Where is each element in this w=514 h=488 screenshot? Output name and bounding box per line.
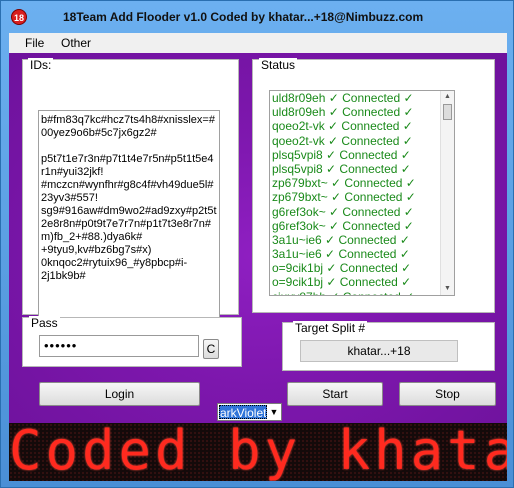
scroll-thumb[interactable]	[443, 104, 452, 120]
scroll-down-icon[interactable]: ▼	[441, 283, 454, 295]
clear-button[interactable]: C	[203, 339, 219, 359]
main-content-area: IDs: b#fm83q7kc#hcz7ts4h8#xnisslex=#00ye…	[9, 53, 507, 423]
status-list[interactable]: uld8r09eh ✓ Connected ✓ uld8r09eh ✓ Conne…	[269, 90, 455, 296]
menu-file[interactable]: File	[25, 36, 44, 50]
status-entry: plsq5vpi8 ✓ Connected ✓	[272, 147, 411, 162]
led-banner-text: Coded by khatar...+18	[9, 423, 507, 481]
status-entry: plsq5vpi8 ✓ Connected ✓	[272, 161, 411, 176]
stop-button[interactable]: Stop	[399, 382, 496, 406]
status-entry: 3a1u~ie6 ✓ Connected ✓	[272, 232, 410, 247]
status-entry: g6ref3ok~ ✓ Connected ✓	[272, 218, 414, 233]
status-entry: qoeo2t-vk ✓ Connected ✓	[272, 119, 413, 134]
status-panel-title: Status	[259, 58, 298, 72]
target-panel-title: Target Split #	[293, 321, 368, 335]
main-window: 18 18Team Add Flooder v1.0 Coded by khat…	[0, 0, 514, 488]
status-panel: Status uld8r09eh ✓ Connected ✓ uld8r09eh …	[252, 58, 495, 313]
start-button[interactable]: Start	[287, 382, 383, 406]
pass-panel: Pass •••••• C	[22, 316, 242, 367]
led-banner: Coded by khatar...+18	[9, 423, 507, 481]
menu-other[interactable]: Other	[61, 36, 91, 50]
menu-bar: File Other	[9, 33, 507, 53]
window-title: 18Team Add Flooder v1.0 Coded by khatar.…	[63, 10, 424, 24]
login-button[interactable]: Login	[39, 382, 200, 406]
status-entry: uld8r09eh ✓ Connected ✓	[272, 105, 414, 120]
status-entry: o=9cik1bj ✓ Connected ✓	[272, 261, 412, 276]
password-input[interactable]: ••••••	[39, 335, 199, 357]
status-entry: uld8r09eh ✓ Connected ✓	[272, 91, 414, 105]
status-scrollbar[interactable]: ▲ ▼	[440, 91, 454, 295]
ids-panel-title: IDs:	[28, 58, 54, 72]
color-select-value: arkViolet	[219, 405, 267, 419]
ids-textarea[interactable]: b#fm83q7kc#hcz7ts4h8#xnisslex=#00yez9o6b…	[38, 110, 220, 340]
target-split-display: khatar...+18	[300, 340, 458, 362]
chevron-down-icon[interactable]: ▼	[267, 404, 281, 420]
status-entry: zp679bxt~ ✓ Connected ✓	[272, 176, 416, 191]
status-lines: uld8r09eh ✓ Connected ✓ uld8r09eh ✓ Conne…	[270, 91, 454, 295]
status-entry: o=9cik1bj ✓ Connected ✓	[272, 275, 412, 290]
status-entry: 3a1u~ie6 ✓ Connected ✓	[272, 247, 410, 262]
status-entry: g6ref3ok~ ✓ Connected ✓	[272, 204, 414, 219]
color-select[interactable]: arkViolet ▼	[217, 403, 282, 421]
status-entry: qoeo2t-vk ✓ Connected ✓	[272, 133, 413, 148]
scroll-up-icon[interactable]: ▲	[441, 91, 454, 103]
client-area: File Other IDs: b#fm83q7kc#hcz7ts4h8#xni…	[9, 33, 507, 481]
pass-panel-title: Pass	[29, 316, 60, 330]
status-entry: ciuxy87bh ✓ Connected ✓	[270, 290, 454, 295]
status-entry: zp679bxt~ ✓ Connected ✓	[272, 190, 416, 205]
app-icon[interactable]: 18	[11, 9, 27, 25]
target-panel: Target Split # khatar...+18	[282, 321, 495, 371]
title-bar[interactable]: 18 18Team Add Flooder v1.0 Coded by khat…	[1, 1, 514, 33]
